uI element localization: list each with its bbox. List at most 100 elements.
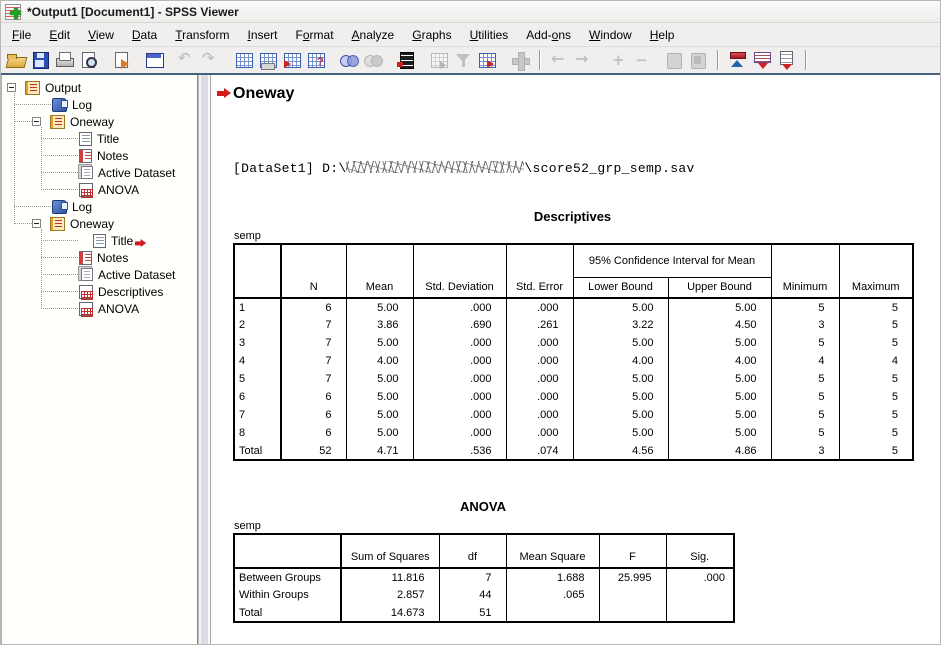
cell-value: .000 (506, 352, 573, 370)
toolbar-separator (717, 50, 719, 70)
tree-item-oneway[interactable]: Oneway (2, 113, 197, 130)
cell-value: 4.86 (668, 442, 771, 460)
tree-item-log[interactable]: Log (2, 96, 197, 113)
tree-item-notes[interactable]: Notes (2, 147, 197, 164)
nav-previous-button[interactable] (548, 48, 572, 72)
tree-expander-icon[interactable] (32, 117, 41, 126)
cell-value: 5 (839, 424, 913, 442)
descriptives-row-7: 765.00.000.0005.005.0055 (234, 406, 913, 424)
print-button[interactable] (52, 48, 76, 72)
cell-value: .000 (666, 568, 734, 586)
select-last-output-button[interactable] (427, 48, 451, 72)
menu-item-window[interactable]: Window (580, 25, 641, 45)
tree-expander-icon[interactable] (7, 83, 16, 92)
menu-item-data[interactable]: Data (123, 25, 166, 45)
menu-item-view[interactable]: View (79, 25, 123, 45)
spss-app-icon (5, 4, 21, 20)
cell-value: .000 (413, 334, 506, 352)
show-items-button[interactable] (662, 48, 686, 72)
export-output-button[interactable] (109, 48, 133, 72)
tree-item-descriptives[interactable]: Descriptives (2, 283, 197, 300)
show-all-variables-button[interactable] (361, 48, 385, 72)
tree-item-active-dataset[interactable]: Active Dataset (2, 164, 197, 181)
print-preview-button[interactable] (76, 48, 100, 72)
menu-item-insert[interactable]: Insert (238, 25, 286, 45)
find-button[interactable] (304, 48, 328, 72)
goto-case-button[interactable] (256, 48, 280, 72)
pane-splitter[interactable] (198, 75, 211, 644)
promote-outline-button[interactable] (726, 48, 750, 72)
spss-viewer-window: *Output1 [Document1] - SPSS Viewer FileE… (0, 0, 941, 645)
designate-window-button[interactable] (451, 48, 475, 72)
cell-value: 5.00 (573, 388, 668, 406)
tree-item-label: Active Dataset (98, 268, 175, 282)
cell-value: 5 (771, 334, 839, 352)
tree-item-title[interactable]: Title (2, 232, 197, 249)
tree-item-label: Notes (97, 149, 128, 163)
cell-value: 5 (771, 298, 839, 316)
demote-outline-button[interactable] (750, 48, 774, 72)
cell-value: 51 (439, 604, 506, 622)
tree-item-log[interactable]: Log (2, 198, 197, 215)
cell-value: 6 (281, 406, 346, 424)
run-script-button[interactable] (394, 48, 418, 72)
menu-item-help[interactable]: Help (641, 25, 684, 45)
dataset-path-prefix: [DataSet1] D:\ (233, 161, 346, 176)
menu-item-graphs[interactable]: Graphs (403, 25, 460, 45)
cell-value: 5.00 (573, 424, 668, 442)
tree-expander-icon[interactable] (32, 219, 41, 228)
tree-item-oneway[interactable]: Oneway (2, 215, 197, 232)
cell-value (599, 604, 666, 622)
menu-item-analyze[interactable]: Analyze (343, 25, 404, 45)
descriptives-table[interactable]: NMeanStd. DeviationStd. Error95% Confide… (233, 243, 914, 461)
cell-value: 7 (439, 568, 506, 586)
tree-item-label: Log (72, 98, 92, 112)
tree-item-label: Output (45, 81, 81, 95)
tree-item-notes[interactable]: Notes (2, 249, 197, 266)
cell-value: .000 (506, 388, 573, 406)
use-variable-sets-button[interactable] (337, 48, 361, 72)
hide-items-button[interactable] (686, 48, 710, 72)
anova-pivot-table[interactable]: Sum of SquaresdfMean SquareFSig.Between … (233, 533, 735, 623)
insert-heading-button[interactable] (774, 48, 798, 72)
goto-data-button[interactable] (232, 48, 256, 72)
menu-item-edit[interactable]: Edit (40, 25, 79, 45)
collapse-outline-icon (631, 50, 651, 70)
collapse-outline-button[interactable] (629, 48, 653, 72)
variables-button[interactable] (280, 48, 304, 72)
redo-button[interactable] (199, 48, 223, 72)
menu-item-utilities[interactable]: Utilities (461, 25, 518, 45)
expand-outline-button[interactable] (605, 48, 629, 72)
undo-button[interactable] (175, 48, 199, 72)
insert-table-button[interactable] (475, 48, 499, 72)
cell-value: .000 (413, 406, 506, 424)
tree-item-anova[interactable]: ANOVA (2, 300, 197, 317)
cell-value: 5.00 (346, 298, 413, 316)
tree-item-output[interactable]: Output (2, 79, 197, 96)
menu-item-format[interactable]: Format (287, 25, 343, 45)
descriptives-pivot-table[interactable]: NMeanStd. DeviationStd. Error95% Confide… (233, 243, 914, 461)
cell-value: 4.56 (573, 442, 668, 460)
open-file-button[interactable] (4, 48, 28, 72)
tree-item-anova[interactable]: ANOVA (2, 181, 197, 198)
menu-item-transform[interactable]: Transform (166, 25, 238, 45)
cell-value: 6 (281, 388, 346, 406)
row-label: 2 (234, 316, 281, 334)
descriptives-row-4: 474.00.000.0004.004.0044 (234, 352, 913, 370)
outline-tree: OutputLogOnewayTitleNotesActive DatasetA… (2, 75, 197, 644)
tree-item-active-dataset[interactable]: Active Dataset (2, 266, 197, 283)
recall-dialog-button[interactable] (142, 48, 166, 72)
save-file-button[interactable] (28, 48, 52, 72)
descriptives-row-5: 575.00.000.0005.005.0055 (234, 370, 913, 388)
move-objects-button[interactable] (508, 48, 532, 72)
anova-table[interactable]: Sum of SquaresdfMean SquareFSig.Between … (233, 533, 735, 623)
nav-next-button[interactable] (572, 48, 596, 72)
tree-item-title[interactable]: Title (2, 130, 197, 147)
menu-item-file[interactable]: File (3, 25, 40, 45)
cell-value: 5.00 (346, 406, 413, 424)
insert-table-icon (477, 50, 497, 70)
cell-value: .065 (506, 586, 599, 604)
dataset-icon (81, 166, 93, 179)
menu-item-add-ons[interactable]: Add-ons (517, 25, 580, 45)
cell-value: 7 (281, 352, 346, 370)
